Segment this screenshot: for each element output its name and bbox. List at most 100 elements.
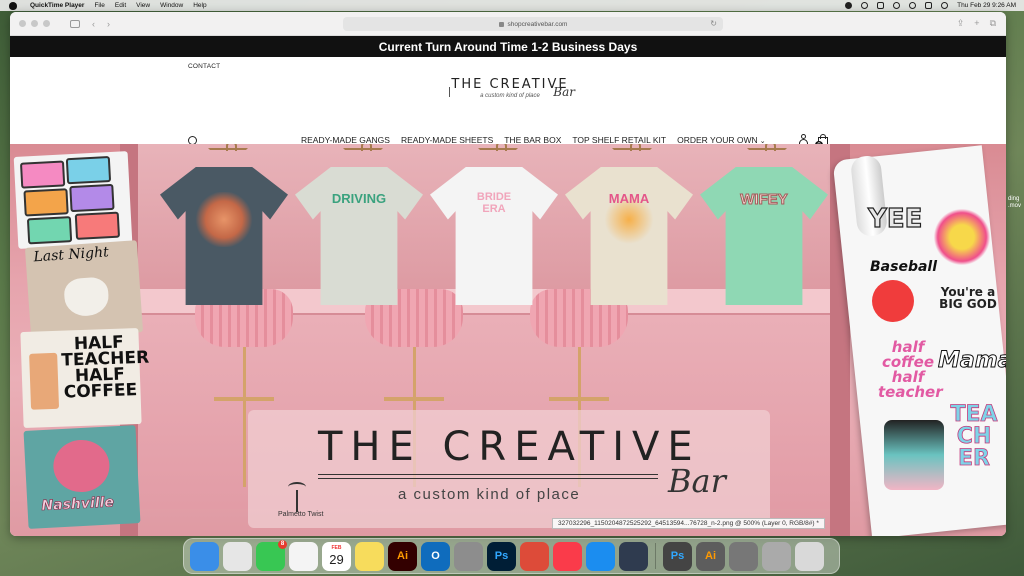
menu-bar: QuickTime Player File Edit View Window H… (0, 0, 1024, 11)
menu-edit[interactable]: Edit (115, 2, 126, 9)
hanger (747, 144, 787, 168)
menu-clock[interactable]: Thu Feb 29 9:26 AM (957, 2, 1016, 9)
teacher-sticker: TEACHER (950, 402, 998, 471)
hero-overlay-logo: THE CREATIVE Bar a custom kind of place … (248, 410, 770, 528)
menu-file[interactable]: File (94, 2, 104, 9)
hanger (208, 144, 248, 168)
dock-badge: 8 (278, 539, 287, 549)
overlay-script: Bar (668, 462, 726, 500)
window-controls (19, 20, 50, 27)
browser-window: ‹ › shopcreativebar.com ↻ ⇪ + ⧉ Current … (10, 12, 1006, 536)
illustrator-icon[interactable]: Ai (388, 541, 417, 571)
shirt-graphic-driving: DRIVING (331, 191, 387, 206)
dock-icon-label: O (431, 550, 440, 562)
overlay-brand: Palmetto Twist (278, 511, 324, 518)
address-bar[interactable]: shopcreativebar.com ↻ (343, 17, 723, 31)
dock-tooltip: 327032296_1150204872525292_64513594...76… (552, 518, 825, 529)
recent-window-1-icon[interactable] (729, 541, 758, 571)
reload-icon[interactable]: ↻ (710, 19, 717, 28)
calendar-month: FEB (331, 544, 342, 551)
back-arrow-icon[interactable]: ‹ (92, 19, 95, 29)
recent-illustrator-icon[interactable]: Ai (696, 541, 725, 571)
spotlight-icon[interactable] (909, 2, 917, 9)
record-icon[interactable] (845, 2, 853, 9)
hanger (478, 144, 518, 168)
logo-script: Bar (553, 85, 575, 99)
dtf-sticker-roll: YEE Baseball You're a BIG GOD half coffe… (832, 144, 1006, 536)
shirt-graphic-tiger (194, 192, 254, 247)
dock-icon-label: Ps (670, 550, 685, 562)
half-teacher-text: HALF TEACHER HALF COFFEE (61, 332, 150, 404)
control-center-icon[interactable] (925, 2, 933, 9)
sidebar-toggle-icon[interactable] (70, 19, 80, 28)
messages-icon[interactable]: 8 (256, 539, 287, 571)
desktop-file-label[interactable]: ding .mov (1008, 196, 1021, 210)
url-text: shopcreativebar.com (507, 20, 568, 28)
dock-icon-label: Ps (494, 550, 509, 562)
smiley-cluster-sticker (934, 208, 990, 266)
menu-app-name[interactable]: QuickTime Player (30, 2, 84, 9)
last-night-text: Last Night (33, 244, 110, 266)
mama-sticker: Mama (938, 348, 1006, 373)
trash-icon[interactable] (795, 541, 824, 571)
new-tab-icon[interactable]: + (974, 18, 979, 29)
zoom-window-icon[interactable] (43, 20, 50, 27)
apple-icon[interactable] (9, 1, 17, 10)
tab-overview-icon[interactable]: ⧉ (990, 18, 996, 29)
shirt-graphic-bride-era: BRIDE ERA (476, 191, 512, 215)
longhorn-sticker: Last Night (24, 240, 144, 340)
bar-stool (530, 289, 628, 487)
bar-stool (365, 289, 463, 487)
hanger (343, 144, 383, 168)
teacher-coffee-sticker: HALF TEACHER HALF COFFEE (20, 327, 150, 429)
calendar-day: 29 (329, 551, 344, 567)
nashville-text: Nashville (41, 494, 115, 515)
news-icon[interactable] (553, 541, 582, 571)
dock-icon-label: Ai (705, 550, 716, 562)
battery-icon[interactable] (877, 2, 885, 9)
finder-icon[interactable] (190, 541, 219, 571)
menu-window[interactable]: Window (160, 2, 183, 9)
forward-arrow-icon[interactable]: › (107, 19, 110, 29)
recent-window-2-icon[interactable] (762, 541, 791, 571)
launchpad-icon[interactable] (223, 541, 252, 571)
minimize-window-icon[interactable] (31, 20, 38, 27)
coffee-cup-icon (29, 352, 60, 410)
site-header: CONTACT THE CREATIVE Bar a custom kind o… (10, 57, 1006, 149)
system-settings-icon[interactable] (454, 541, 483, 571)
overlay-divider (318, 474, 658, 475)
yee-sticker: YEE (867, 204, 923, 234)
skull-icon (63, 276, 110, 318)
nashville-sticker: Nashville (23, 425, 141, 529)
recent-photoshop-icon[interactable]: Ps (663, 541, 692, 571)
outlook-icon[interactable]: O (421, 541, 450, 571)
guitar-wings-icon (52, 438, 111, 494)
menu-help[interactable]: Help (193, 2, 206, 9)
hero-banner[interactable]: DRIVING BRIDE ERA MAMA WIFEY Last Night … (10, 144, 1006, 536)
announcement-bar: Current Turn Around Time 1-2 Business Da… (10, 36, 1006, 57)
chrome-icon[interactable] (520, 541, 549, 571)
siri-icon[interactable] (941, 2, 949, 9)
quicktime-icon[interactable] (619, 541, 648, 571)
wifi-icon[interactable] (893, 2, 901, 9)
photos-icon[interactable] (289, 541, 318, 571)
baseball-sticker: Baseball (870, 259, 938, 275)
lock-icon (498, 21, 504, 27)
photoshop-icon[interactable]: Ps (487, 541, 516, 571)
calendar-icon[interactable]: FEB 29 (322, 541, 351, 571)
notes-icon[interactable] (355, 541, 384, 571)
half-coffee-sticker: half coffee half teacher (878, 338, 943, 401)
menu-view[interactable]: View (136, 2, 150, 9)
browser-toolbar: ‹ › shopcreativebar.com ↻ ⇪ + ⧉ (10, 12, 1006, 36)
palm-tree-icon: Palmetto Twist (278, 478, 323, 518)
close-window-icon[interactable] (19, 20, 26, 27)
left-sticker-collage: Last Night HALF TEACHER HALF COFFEE Nash… (10, 144, 150, 536)
shirt-graphic-mama: MAMA (599, 192, 659, 247)
dock: 8 FEB 29 Ai O Ps Ps Ai (183, 538, 840, 574)
hanger (612, 144, 652, 168)
safari-icon[interactable] (586, 541, 615, 571)
share-icon[interactable]: ⇪ (957, 18, 965, 29)
site-logo[interactable]: THE CREATIVE Bar a custom kind of place (445, 77, 575, 107)
contact-link[interactable]: CONTACT (188, 63, 220, 70)
creative-cloud-icon[interactable] (861, 2, 869, 9)
